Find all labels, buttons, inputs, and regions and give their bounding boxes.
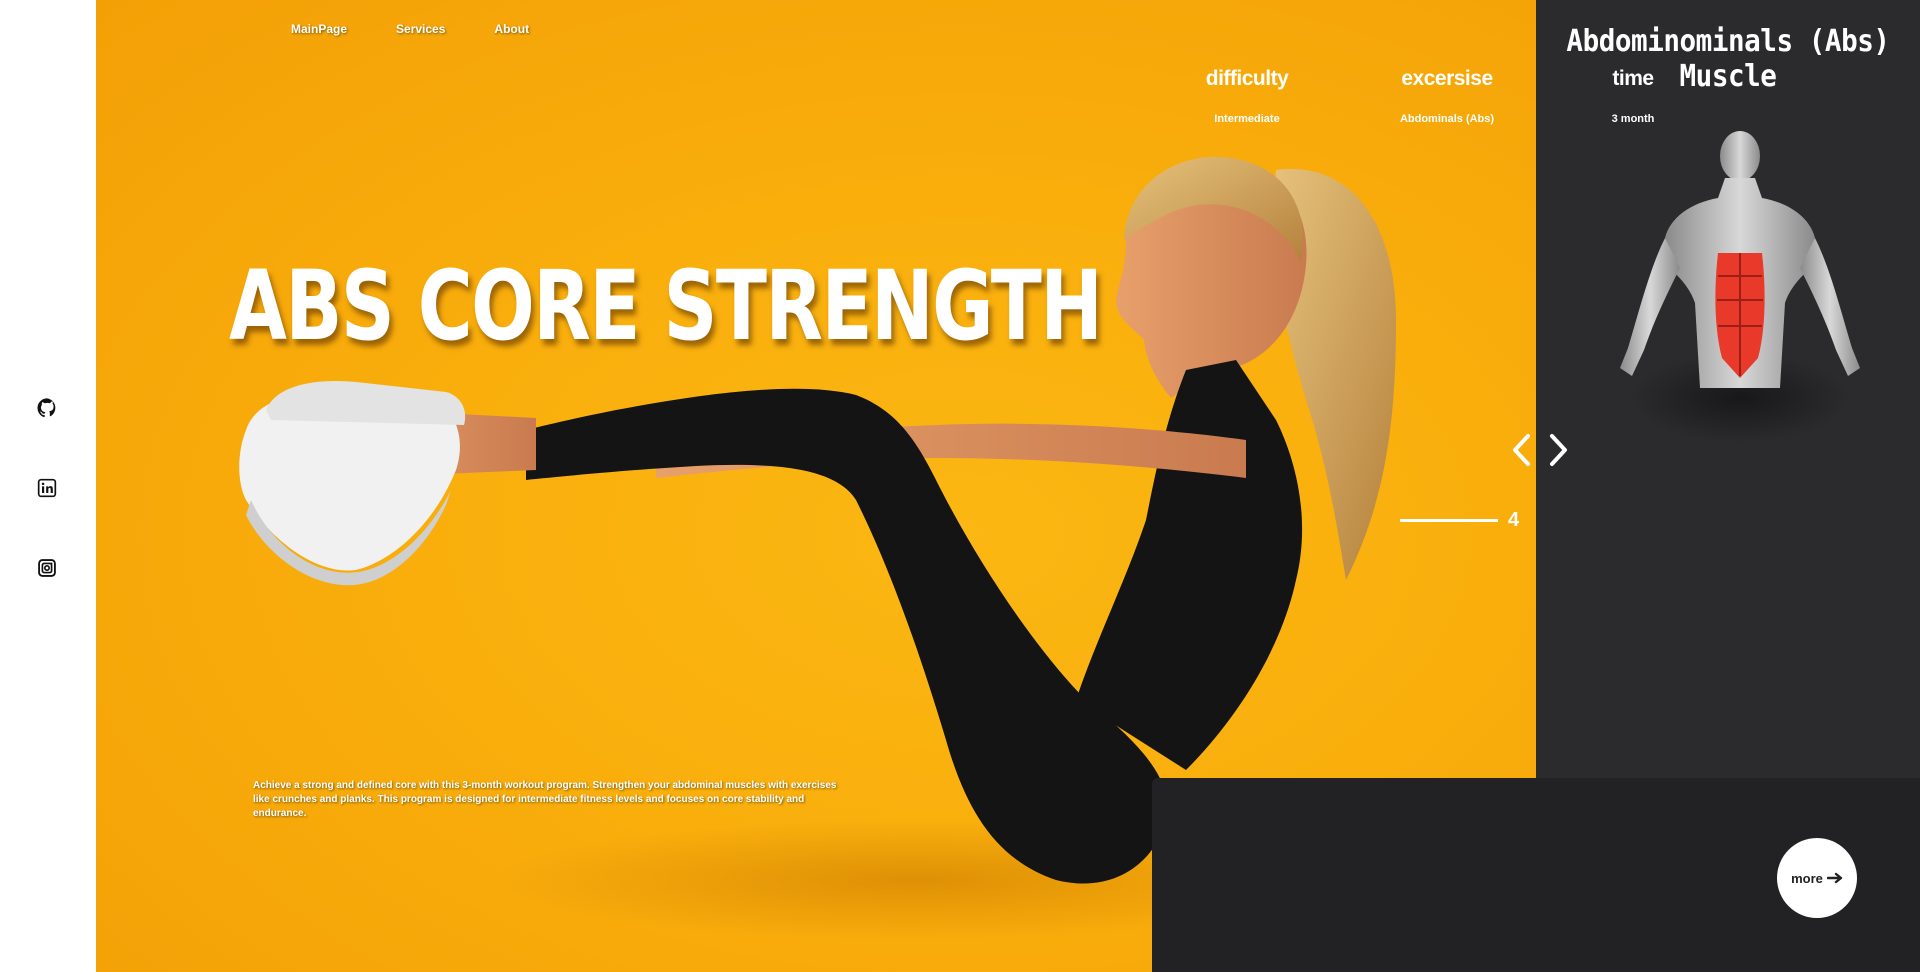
exercise-label: excersise [1401, 67, 1493, 90]
slide-index: 4 [1508, 509, 1520, 531]
time-value: 3 month [1611, 113, 1655, 125]
nav-item-mainpage[interactable]: MainPage [291, 22, 347, 36]
slide-progress-line [1400, 519, 1498, 522]
hero-title: ABS CORE STRENGTH [229, 250, 1103, 362]
abs-muscle-figure-image [1620, 131, 1860, 443]
chevron-right-icon [1550, 434, 1567, 466]
next-slide-button[interactable] [1544, 430, 1574, 470]
github-icon[interactable] [36, 397, 58, 419]
difficulty-column: difficulty Intermediate [1157, 67, 1337, 125]
prev-slide-button[interactable] [1506, 430, 1536, 470]
difficulty-label: difficulty [1205, 67, 1289, 90]
nav-item-services[interactable]: Services [396, 22, 445, 36]
social-sidebar [0, 0, 96, 972]
time-label: time [1612, 67, 1654, 90]
arrow-right-icon [1826, 872, 1843, 884]
instagram-icon[interactable] [36, 557, 58, 579]
exercise-value: Abdominals (Abs) [1399, 113, 1495, 125]
nav-item-about[interactable]: About [494, 22, 529, 36]
linkedin-icon[interactable] [36, 477, 58, 499]
chevron-left-icon [1513, 434, 1530, 466]
time-column: time 3 month [1543, 67, 1723, 125]
main-nav: MainPage Services About [291, 22, 529, 36]
exercise-column: excersise Abdominals (Abs) [1357, 67, 1537, 125]
difficulty-value: Intermediate [1214, 113, 1280, 125]
hero-description: Achieve a strong and defined core with t… [253, 780, 837, 819]
more-label: more [1791, 870, 1823, 886]
more-button[interactable]: more [1777, 838, 1857, 918]
